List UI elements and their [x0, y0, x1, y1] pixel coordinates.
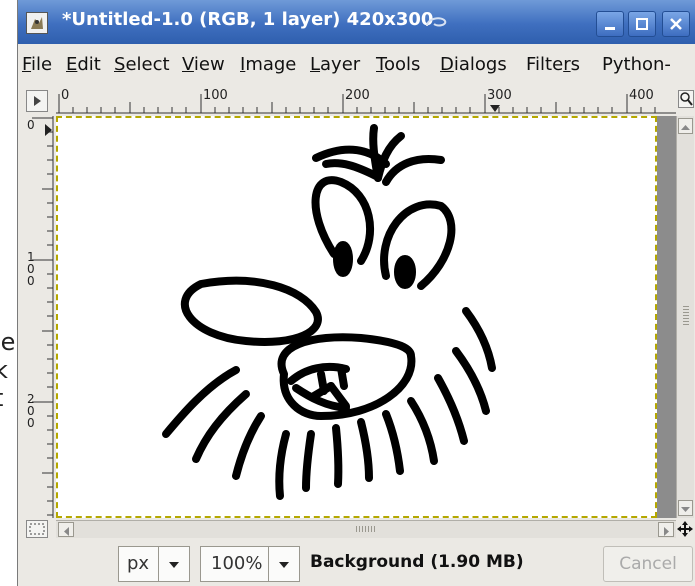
- navigate-icon: [677, 521, 693, 537]
- horizontal-ruler[interactable]: 0 100 200 300 400: [56, 88, 676, 114]
- close-icon: [670, 18, 682, 30]
- canvas-area[interactable]: [56, 116, 676, 518]
- menu-view[interactable]: View: [182, 54, 225, 75]
- chevron-down-icon[interactable]: [158, 547, 189, 581]
- menu-image[interactable]: Image: [240, 54, 296, 75]
- menu-filters[interactable]: Filters: [526, 54, 580, 75]
- minimize-icon: [605, 27, 615, 30]
- gimp-wilber-icon[interactable]: [26, 12, 48, 34]
- menu-file[interactable]: File: [22, 54, 52, 75]
- ruler-label: 300: [487, 88, 512, 103]
- background-text: le k t: [0, 328, 15, 412]
- quick-mask-icon: [29, 523, 45, 535]
- background-text-line: le: [0, 328, 16, 356]
- close-button[interactable]: [662, 11, 690, 37]
- vertical-ruler[interactable]: 0 100 200: [26, 116, 54, 518]
- zoom-button[interactable]: [678, 90, 694, 108]
- navigate-button[interactable]: [676, 520, 694, 538]
- status-bar: px 100% Background (1.90 MB) Cancel: [18, 542, 695, 586]
- menu-python[interactable]: Python-: [602, 54, 671, 75]
- menu-edit[interactable]: Edit: [66, 54, 101, 75]
- ruler-label: 100: [203, 88, 228, 103]
- zoom-icon: [680, 92, 693, 106]
- scroll-grip[interactable]: [356, 526, 376, 532]
- scroll-left-button[interactable]: [58, 522, 74, 537]
- vertical-scrollbar[interactable]: [676, 116, 694, 518]
- quick-mask-toggle[interactable]: [26, 520, 48, 538]
- chevron-down-icon[interactable]: [268, 547, 299, 581]
- scroll-right-button[interactable]: [658, 522, 674, 537]
- menu-arrow-icon: [34, 96, 41, 106]
- image-canvas[interactable]: [56, 116, 657, 518]
- background-text-line: k: [0, 356, 8, 384]
- status-message: Background (1.90 MB): [310, 552, 524, 572]
- zoom-selector[interactable]: 100%: [200, 546, 300, 582]
- unit-value: px: [127, 553, 150, 574]
- zoom-value: 100%: [211, 553, 263, 574]
- ruler-label: 200: [27, 392, 35, 430]
- cancel-button[interactable]: Cancel: [603, 546, 693, 582]
- minimize-button[interactable]: [596, 11, 624, 37]
- gimp-status-icon: [426, 17, 447, 27]
- scroll-down-button[interactable]: [678, 500, 693, 516]
- ruler-label: 100: [27, 250, 35, 288]
- unit-selector[interactable]: px: [118, 546, 190, 582]
- background-text-line: t: [0, 384, 15, 412]
- title-bar[interactable]: *Untitled-1.0 (RGB, 1 layer) 420x300: [18, 0, 695, 44]
- menu-select[interactable]: Select: [114, 54, 170, 75]
- scroll-up-button[interactable]: [678, 118, 693, 134]
- cartoon-face-drawing: [162, 124, 496, 500]
- maximize-button[interactable]: [628, 11, 656, 37]
- menu-layer[interactable]: Layer: [310, 54, 360, 75]
- ruler-label: 0: [27, 118, 35, 132]
- ruler-label: 0: [61, 88, 70, 103]
- ruler-label: 200: [345, 88, 370, 103]
- scroll-grip[interactable]: [683, 306, 689, 326]
- menu-dialogs[interactable]: Dialogs: [440, 54, 507, 75]
- maximize-icon: [636, 18, 648, 30]
- window-title: *Untitled-1.0 (RGB, 1 layer) 420x300: [62, 9, 434, 30]
- ruler-label: 400: [629, 88, 654, 103]
- menubar: File Edit Select View Image Layer Tools …: [18, 52, 695, 80]
- menu-tools[interactable]: Tools: [376, 54, 420, 75]
- horizontal-scrollbar[interactable]: [56, 520, 676, 538]
- image-window: *Untitled-1.0 (RGB, 1 layer) 420x300 Fil…: [17, 0, 695, 586]
- menu-arrow-button[interactable]: [26, 90, 48, 112]
